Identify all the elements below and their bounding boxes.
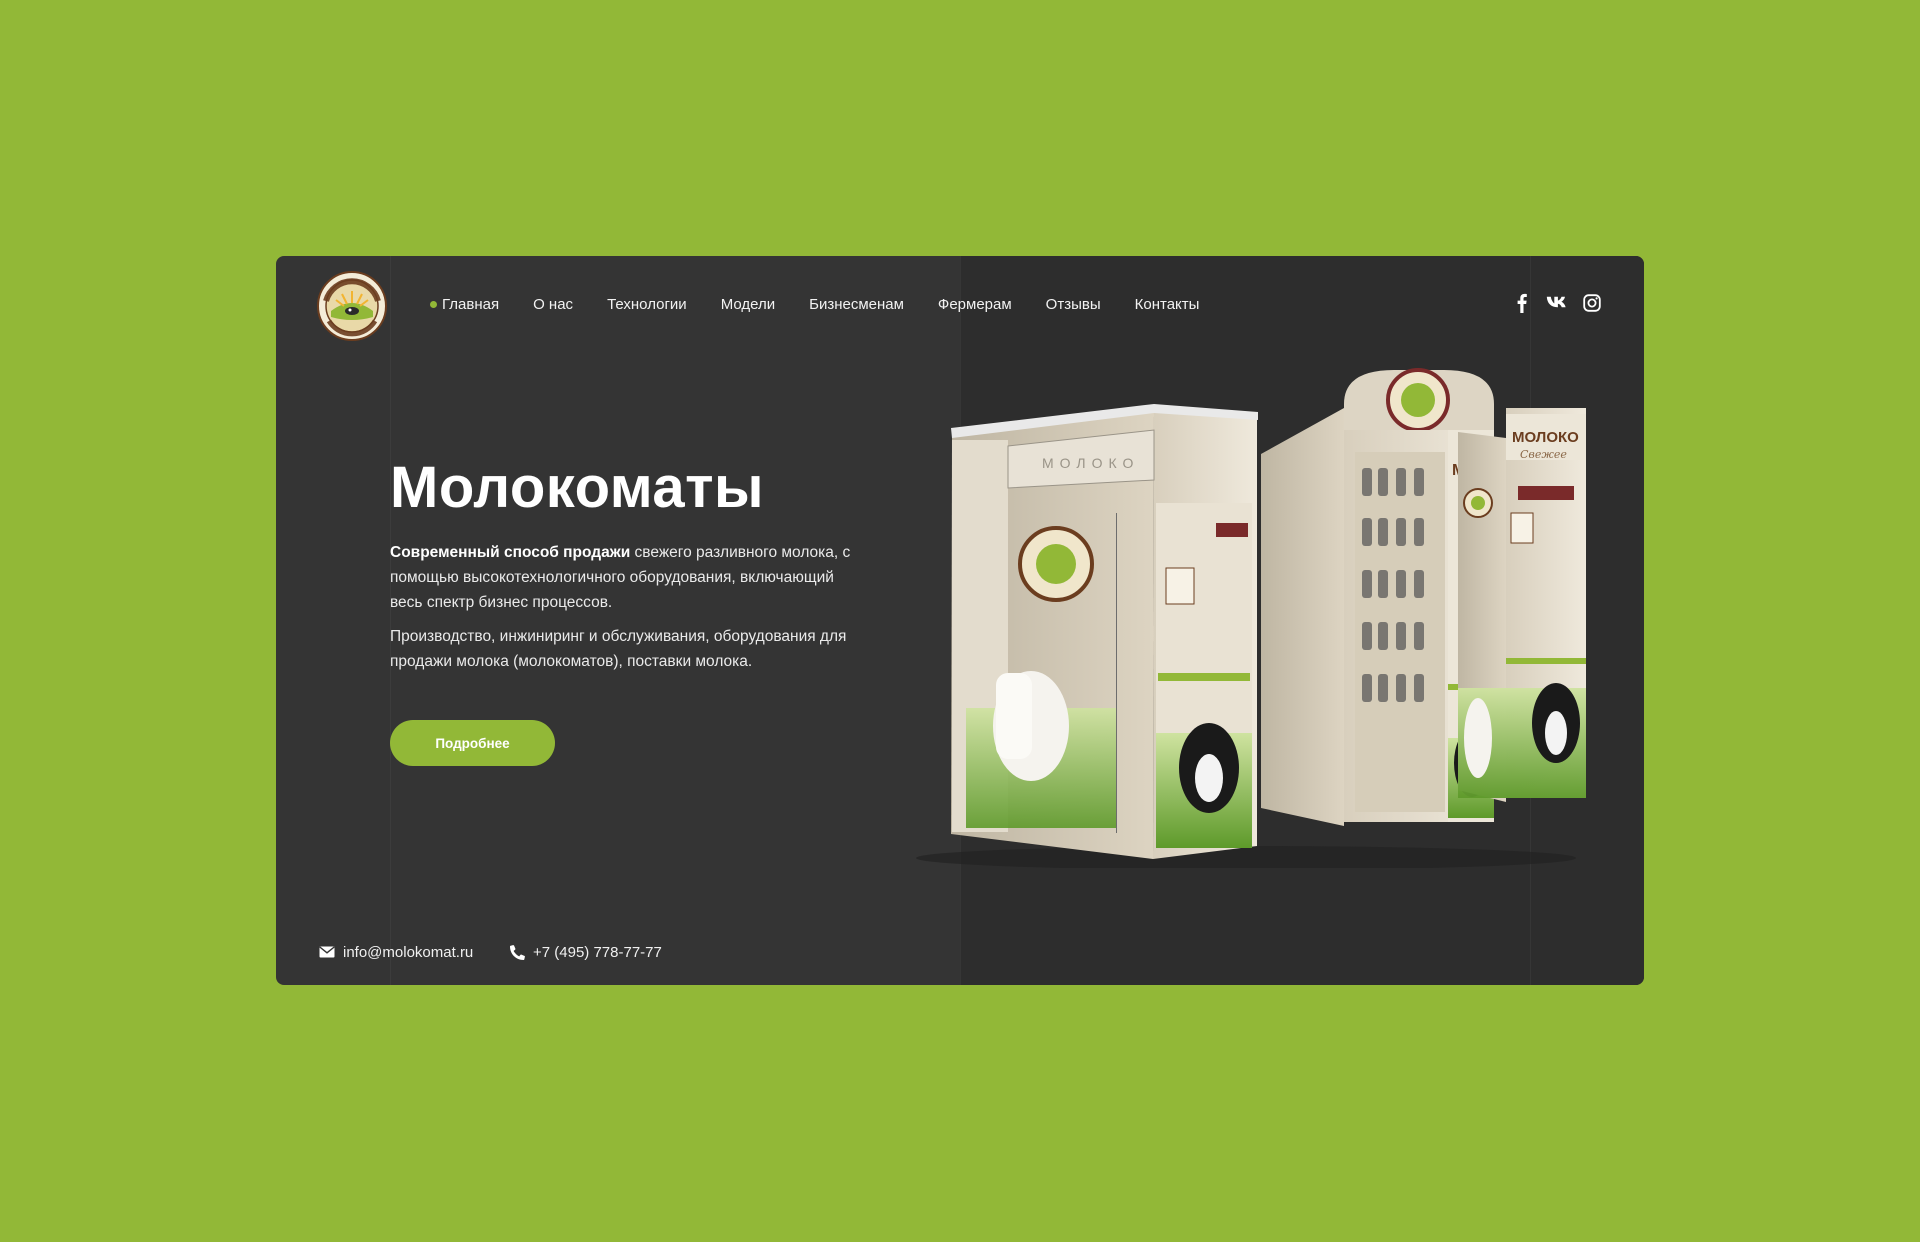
nav-item-label: Модели [720,295,776,313]
hero-card: Главная О нас Технологии Модели Бизнесме… [276,256,1644,985]
nav-item-contacts[interactable]: Контакты [1135,289,1200,319]
hero-lead-bold: Современный способ продажи [390,544,631,561]
phone-link[interactable]: +7 (495) 778-77-77 [510,940,662,964]
machine-sign-script: Свежее [1520,448,1567,461]
nav-item-label: Главная [442,295,500,313]
nav-item-label: О нас [533,295,574,313]
brand-logo[interactable] [317,271,387,341]
nav-item-reviews[interactable]: Отзывы [1046,289,1101,319]
hero-paragraph: Производство, инжиниринг и обслуживания,… [390,628,847,670]
machine-sign-main: МОЛОКО [1042,455,1139,471]
email-text: info@molokomat.ru [343,943,474,961]
more-button[interactable]: Подробнее [390,720,555,766]
nav-item-models[interactable]: Модели [721,289,775,319]
nav-item-label: Отзывы [1045,295,1101,313]
nav-item-label: Технологии [607,295,687,313]
nav-item-home[interactable]: Главная [430,289,499,319]
nav-item-label: Контакты [1134,295,1200,313]
facebook-icon[interactable] [1514,290,1530,316]
nav-item-label: Бизнесменам [809,295,904,313]
nav-item-about[interactable]: О нас [533,289,573,319]
grid-line [390,256,391,985]
nav-item-technologies[interactable]: Технологии [607,289,687,319]
vk-icon[interactable] [1544,290,1570,316]
envelope-icon [319,946,335,958]
email-link[interactable]: info@molokomat.ru [319,940,473,964]
main-nav: Главная О нас Технологии Модели Бизнесме… [430,289,1199,319]
nav-item-businessmen[interactable]: Бизнесменам [809,289,904,319]
active-dot-icon [430,300,437,308]
instagram-icon[interactable] [1582,290,1602,316]
vending-machines-image: МОЛОКО МОЛОКО Свежее [866,368,1616,870]
nav-item-label: Фермерам [937,295,1012,313]
machine-sign-main: МОЛОКО [1512,429,1579,446]
hero-lead: Современный способ продажи свежего разли… [390,540,860,615]
page-title: Молокоматы [390,455,765,520]
left-machine: МОЛОКО [951,404,1258,859]
nav-item-farmers[interactable]: Фермерам [938,289,1012,319]
right-machine: МОЛОКО Свежее [1458,408,1586,802]
phone-icon [510,944,525,960]
phone-text: +7 (495) 778-77-77 [533,943,662,961]
